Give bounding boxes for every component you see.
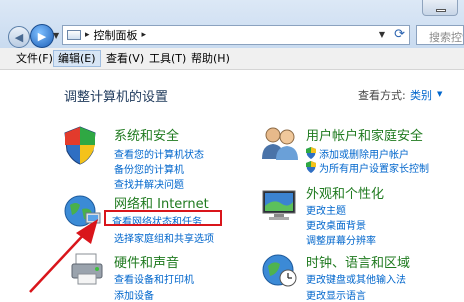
chevron-down-icon[interactable]: ▼ — [437, 90, 442, 98]
category-title-clock-language[interactable]: 时钟、语言和区域 — [306, 252, 410, 271]
forward-button[interactable]: ▶ — [30, 24, 54, 48]
menu-edit[interactable]: 编辑(E) — [53, 50, 101, 67]
menu-help[interactable]: 帮助(H) — [187, 51, 234, 66]
link-add-remove-accounts[interactable]: 添加或删除用户帐户 — [319, 146, 409, 161]
clock-globe-icon — [262, 254, 297, 287]
window-minimize-button[interactable] — [422, 0, 458, 16]
link-backup-computer[interactable]: 备份您的计算机 — [114, 161, 184, 176]
link-parental-controls[interactable]: 为所有用户设置家长控制 — [319, 160, 429, 175]
uac-shield-icon — [306, 147, 316, 159]
back-button[interactable]: ◀ — [8, 26, 30, 48]
link-view-devices-printers[interactable]: 查看设备和打印机 — [114, 271, 194, 286]
printer-icon — [71, 253, 103, 285]
monitor-personalize-icon — [262, 190, 296, 220]
address-bar[interactable]: ▸ 控制面板 ▸ ▼ ⟳ — [62, 25, 410, 45]
view-by-dropdown[interactable]: 类别 — [410, 87, 432, 103]
category-title-appearance[interactable]: 外观和个性化 — [306, 183, 384, 202]
menu-bar: 文件(F) 编辑(E) 查看(V) 工具(T) 帮助(H) — [0, 48, 464, 70]
back-arrow-icon: ◀ — [14, 30, 24, 44]
uac-shield-icon — [306, 161, 316, 173]
category-title-user-accounts[interactable]: 用户帐户和家庭安全 — [306, 125, 423, 144]
menu-file[interactable]: 文件(F) — [12, 51, 57, 66]
control-panel-icon — [67, 30, 81, 40]
menu-view[interactable]: 查看(V) — [102, 51, 148, 66]
recent-pages-dropdown-icon[interactable]: ▼ — [53, 31, 59, 40]
link-adjust-resolution[interactable]: 调整屏幕分辨率 — [306, 232, 376, 247]
navigation-bar: ◀ ▶ ▼ ▸ 控制面板 ▸ ▼ ⟳ 搜索控制面板 — [0, 0, 464, 49]
highlight-box — [104, 210, 222, 226]
address-dropdown-icon[interactable]: ▼ — [379, 30, 385, 39]
refresh-icon[interactable]: ⟳ — [394, 27, 405, 42]
address-location[interactable]: 控制面板 — [94, 27, 138, 43]
link-homegroup-sharing[interactable]: 选择家庭组和共享选项 — [114, 230, 214, 245]
link-view-computer-status[interactable]: 查看您的计算机状态 — [114, 146, 204, 161]
category-title-hardware-sound[interactable]: 硬件和声音 — [114, 252, 179, 271]
forward-arrow-icon: ▶ — [37, 29, 47, 43]
globe-network-icon — [64, 195, 101, 227]
link-change-theme[interactable]: 更改主题 — [306, 202, 346, 217]
users-icon — [262, 127, 298, 160]
address-separator-end[interactable]: ▸ — [142, 30, 147, 40]
search-input[interactable]: 搜索控制面板 — [416, 25, 464, 45]
view-by-label: 查看方式: — [358, 89, 406, 102]
page-title: 调整计算机的设置 — [64, 90, 169, 105]
link-change-desktop-background[interactable]: 更改桌面背景 — [306, 217, 366, 232]
link-change-keyboard-input[interactable]: 更改键盘或其他输入法 — [306, 271, 406, 286]
menu-tools[interactable]: 工具(T) — [145, 51, 190, 66]
shield-icon — [64, 126, 96, 165]
link-find-fix-problems[interactable]: 查找并解决问题 — [114, 176, 184, 191]
category-title-system-security[interactable]: 系统和安全 — [114, 125, 179, 144]
address-separator[interactable]: ▸ — [85, 30, 90, 40]
